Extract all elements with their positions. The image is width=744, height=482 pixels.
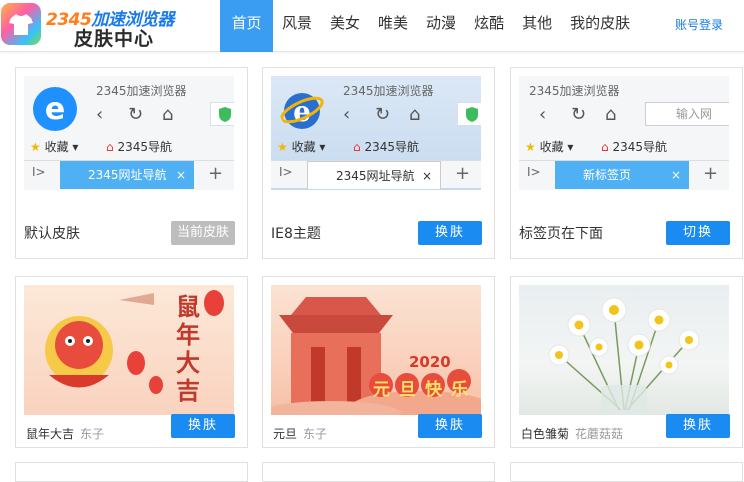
theme-card-partial <box>15 462 248 482</box>
site-logo-icon: ⌂ <box>106 140 114 154</box>
change-skin-button[interactable]: 换肤 <box>418 414 482 438</box>
skin-card-ie8: 2345加速浏览器 e ‹ ↻ ⌂ ★ 收藏 ▾ ⌂ 2345导航 I> 234… <box>262 67 495 259</box>
nav-aesthetic[interactable]: 唯美 <box>369 0 417 52</box>
tab-bar: I> 新标签页 × + <box>519 160 729 189</box>
nav-beauty[interactable]: 美女 <box>321 0 369 52</box>
change-skin-button[interactable]: 换肤 <box>418 221 482 245</box>
home-icon: ⌂ <box>605 104 617 125</box>
browser-tab: 2345网址导航 × <box>60 161 194 189</box>
star-icon: ★ <box>277 140 288 154</box>
browser-e-logo-icon: e <box>33 87 77 131</box>
theme-card-partial <box>262 462 495 482</box>
nav-site-link: ⌂ 2345导航 <box>601 140 667 154</box>
back-icon: ‹ <box>539 104 547 125</box>
theme-card-partial <box>510 462 743 482</box>
skin-center-logo-icon[interactable] <box>1 3 41 45</box>
security-shield-icon <box>210 102 234 126</box>
nav-my-skins[interactable]: 我的皮肤 <box>561 0 639 52</box>
nav-cool[interactable]: 炫酷 <box>465 0 513 52</box>
daisy-artwork <box>548 297 700 415</box>
favorites: ★ 收藏 ▾ <box>30 140 79 154</box>
skin-preview: 2345加速浏览器 e ‹ ↻ ⌂ ★ 收藏 ▾ ⌂ 2345导航 I> 234… <box>24 76 234 190</box>
star-icon: ★ <box>30 140 41 154</box>
skin-preview: 2345加速浏览器 e ‹ ↻ ⌂ ★ 收藏 ▾ ⌂ 2345导航 I> 234… <box>271 76 481 190</box>
tab-close-icon: × <box>175 168 186 182</box>
tab-back-icon: I> <box>279 165 293 179</box>
nav-anime[interactable]: 动漫 <box>417 0 465 52</box>
theme-caption: 鼠年大吉 东子 <box>26 427 105 441</box>
header: 2345加速浏览器 皮肤中心 首页 风景 美女 唯美 动漫 炫酷 其他 我的皮肤… <box>0 0 744 52</box>
nav-home[interactable]: 首页 <box>220 0 273 52</box>
skin-card-tabs-bottom: 2345加速浏览器 ‹ ↻ ⌂ 输入网 ★ 收藏 ▾ ⌂ 2345导航 I> 新… <box>510 67 743 259</box>
tab-close-icon: × <box>421 169 432 183</box>
theme-card-new-year: 2020 元旦快乐 元旦 东子 换肤 <box>262 276 495 448</box>
refresh-icon: ↻ <box>571 104 587 125</box>
skin-card-default: 2345加速浏览器 e ‹ ↻ ⌂ ★ 收藏 ▾ ⌂ 2345导航 I> 234… <box>15 67 248 259</box>
favorites: ★ 收藏 ▾ <box>525 140 574 154</box>
skin-name: IE8主题 <box>271 226 321 242</box>
change-skin-button[interactable]: 换肤 <box>666 414 730 438</box>
login-link[interactable]: 账号登录 <box>675 16 723 33</box>
ie-logo-icon: e <box>280 93 324 129</box>
skin-name: 默认皮肤 <box>24 226 80 242</box>
browser-tab: 2345网址导航 × <box>307 161 441 189</box>
site-logo-icon: ⌂ <box>353 140 361 154</box>
tab-bar: I> 2345网址导航 × + <box>24 160 234 189</box>
address-bar: 输入网 <box>645 102 729 126</box>
new-tab-icon: + <box>208 163 224 184</box>
theme-caption: 元旦 东子 <box>273 427 328 441</box>
theme-card-rat-year: 鼠年大吉 鼠年大吉 东子 换肤 <box>15 276 248 448</box>
site-logo-icon: ⌂ <box>601 140 609 154</box>
nav-site-link: ⌂ 2345导航 <box>353 140 419 154</box>
tab-back-icon: I> <box>32 165 46 179</box>
tab-bar: I> 2345网址导航 × + <box>271 160 481 189</box>
favorites: ★ 收藏 ▾ <box>277 140 326 154</box>
theme-image[interactable]: 2020 元旦快乐 <box>271 285 481 415</box>
rat-year-artwork <box>45 290 224 394</box>
back-icon: ‹ <box>343 104 351 125</box>
main-nav: 首页 风景 美女 唯美 动漫 炫酷 其他 我的皮肤 <box>220 0 639 52</box>
tab-back-icon: I> <box>527 165 541 179</box>
preview-browser-title: 2345加速浏览器 <box>529 84 620 98</box>
new-tab-icon: + <box>455 163 471 184</box>
nav-scenery[interactable]: 风景 <box>273 0 321 52</box>
browser-tab: 新标签页 × <box>555 161 689 189</box>
switch-button[interactable]: 切换 <box>666 221 730 245</box>
new-year-2020: 2020 <box>409 353 451 371</box>
star-icon: ★ <box>525 140 536 154</box>
skin-preview: 2345加速浏览器 ‹ ↻ ⌂ 输入网 ★ 收藏 ▾ ⌂ 2345导航 I> 新… <box>519 76 729 190</box>
tab-close-icon: × <box>670 168 681 182</box>
nav-site-link: ⌂ 2345导航 <box>106 140 172 154</box>
theme-image[interactable]: 鼠年大吉 <box>24 285 234 415</box>
theme-card-daisy: 白色雏菊 花蘑菇菇 换肤 <box>510 276 743 448</box>
security-shield-icon <box>457 102 481 126</box>
new-tab-icon: + <box>703 163 719 184</box>
change-skin-button[interactable]: 换肤 <box>171 414 235 438</box>
refresh-icon: ↻ <box>128 104 144 125</box>
refresh-icon: ↻ <box>375 104 391 125</box>
current-skin-button[interactable]: 当前皮肤 <box>171 221 235 245</box>
back-icon: ‹ <box>96 104 104 125</box>
svg-text:e: e <box>45 92 65 127</box>
home-icon: ⌂ <box>162 104 174 125</box>
skin-name: 标签页在下面 <box>519 226 603 242</box>
preview-browser-title: 2345加速浏览器 <box>343 84 434 98</box>
theme-image[interactable] <box>519 285 729 415</box>
brand-subtitle: 皮肤中心 <box>74 28 155 50</box>
new-year-greeting: 元旦快乐 <box>373 380 477 400</box>
preview-browser-title: 2345加速浏览器 <box>96 84 187 98</box>
rat-year-calligraphy: 鼠年大吉 <box>176 292 200 405</box>
nav-other[interactable]: 其他 <box>513 0 561 52</box>
home-icon: ⌂ <box>409 104 421 125</box>
theme-caption: 白色雏菊 花蘑菇菇 <box>521 427 624 441</box>
